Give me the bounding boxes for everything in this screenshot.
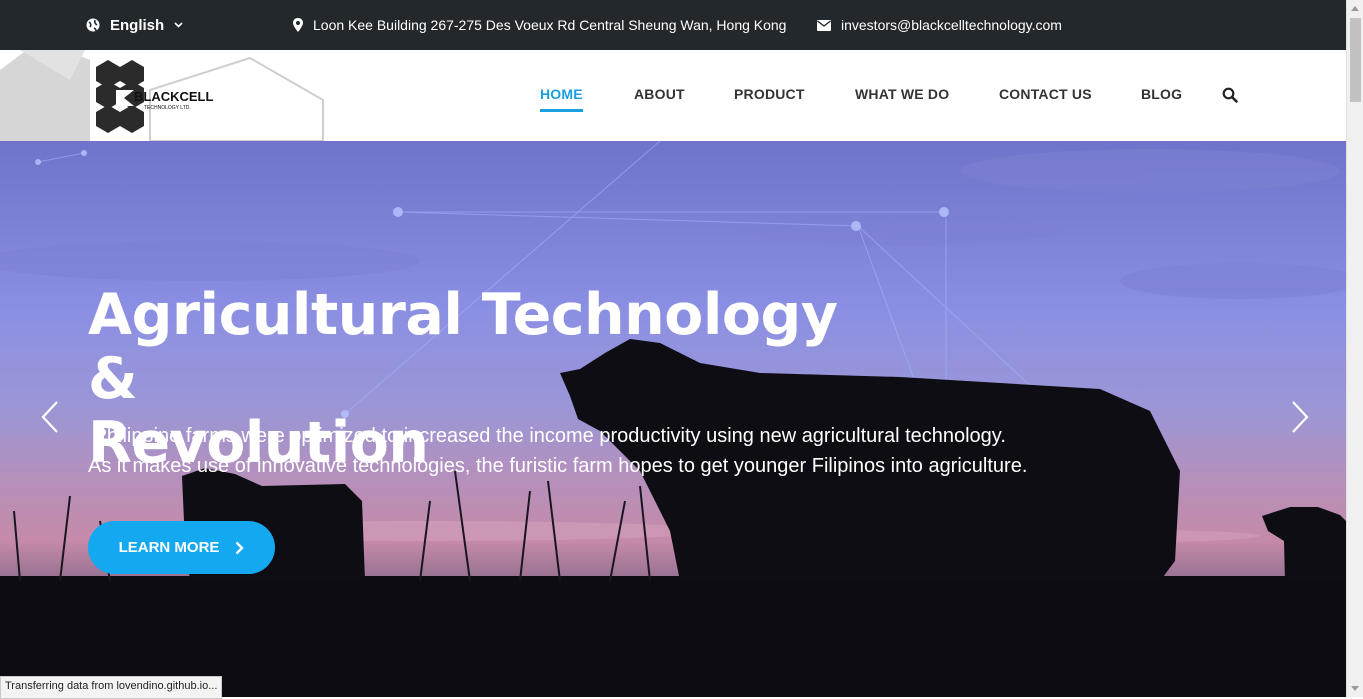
nav-what-we-do[interactable]: WHAT WE DO: [855, 86, 949, 102]
scroll-up-arrow-icon[interactable]: [1351, 6, 1359, 11]
hero-text-line2: As it makes use of innovative technologi…: [88, 455, 1028, 477]
nav-product[interactable]: PRODUCT: [734, 86, 805, 102]
language-label: English: [110, 16, 165, 34]
learn-more-label: LEARN MORE: [118, 539, 220, 556]
nav-blog[interactable]: BLOG: [1141, 86, 1182, 102]
email-link[interactable]: investors@blackcelltechnology.com: [841, 17, 1062, 33]
address-info: Loon Kee Building 267-275 Des Voeux Rd C…: [293, 0, 786, 50]
hero-text-line1: Philippine farms were optimized to incre…: [93, 425, 1006, 447]
search-icon[interactable]: [1222, 87, 1238, 103]
scrollbar-thumb[interactable]: [1350, 18, 1361, 102]
chevron-right-icon: [236, 541, 245, 554]
slider-prev-arrow-icon[interactable]: [38, 399, 62, 435]
map-pin-icon: [293, 18, 303, 32]
hero-description: Philippine farms were optimized to incre…: [88, 421, 1168, 481]
email-info[interactable]: investors@blackcelltechnology.com: [817, 0, 1062, 50]
chevron-down-icon: [174, 22, 183, 28]
hero-slider: Agricultural Technology & Revolution Phi…: [0, 141, 1346, 697]
nav-about[interactable]: ABOUT: [634, 86, 685, 102]
learn-more-button[interactable]: LEARN MORE: [88, 521, 275, 574]
company-logo[interactable]: BLACKCELL TECHNOLOGY LTD.: [86, 58, 226, 138]
address-text: Loon Kee Building 267-275 Des Voeux Rd C…: [313, 17, 787, 33]
logo-name: BLACKCELL: [134, 89, 213, 104]
site-header: BLACKCELL TECHNOLOGY LTD. HOME ABOUT PRO…: [0, 50, 1346, 142]
top-bar: English Loon Kee Building 267-275 Des Vo…: [0, 0, 1346, 50]
language-selector[interactable]: English: [86, 0, 183, 50]
vertical-scrollbar[interactable]: [1346, 0, 1363, 697]
scroll-down-arrow-icon[interactable]: [1351, 686, 1359, 691]
envelope-icon: [817, 19, 831, 31]
logo-subtitle: TECHNOLOGY LTD.: [144, 105, 191, 111]
nav-contact-us[interactable]: CONTACT US: [999, 86, 1092, 102]
hero-title-line1: Agricultural Technology &: [88, 282, 838, 412]
nav-home[interactable]: HOME: [540, 86, 583, 112]
logo-mark: BLACKCELL TECHNOLOGY LTD.: [96, 60, 213, 133]
browser-status-bar: Transferring data from lovendino.github.…: [0, 676, 223, 699]
globe-icon: [86, 18, 100, 32]
slider-next-arrow-icon[interactable]: [1288, 399, 1312, 435]
